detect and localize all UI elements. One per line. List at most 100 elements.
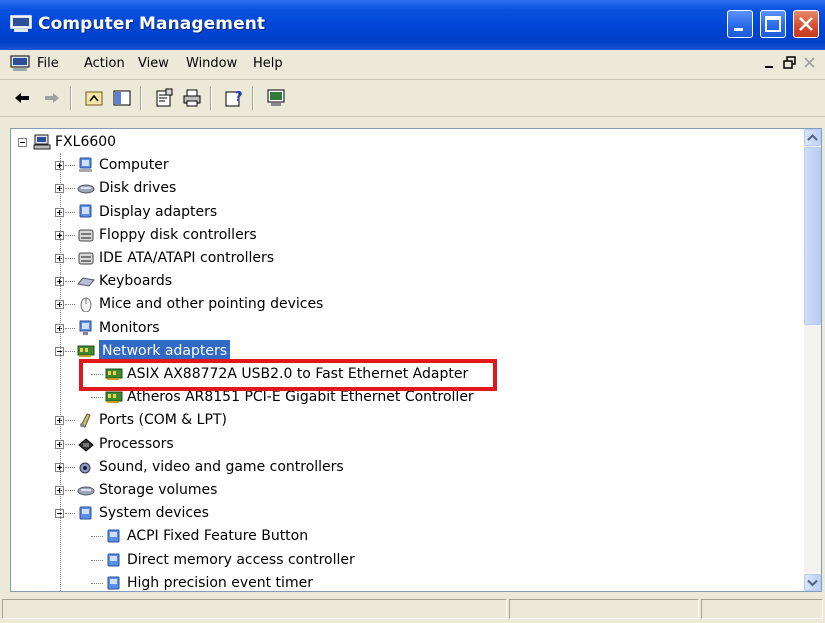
menu-window[interactable]: Window (186, 56, 237, 71)
tree-guide (60, 153, 62, 591)
tree-connector (65, 513, 75, 515)
tree-node[interactable]: Ports (COM & LPT) (11, 409, 791, 431)
up-folder-icon[interactable] (84, 88, 104, 108)
tree-node[interactable]: Computer (11, 154, 791, 176)
menu-view[interactable]: View (138, 56, 169, 71)
status-panel-3 (701, 599, 823, 619)
network-card-icon (77, 345, 95, 357)
network-card-icon (105, 391, 123, 404)
console-menu-icon[interactable] (10, 55, 30, 73)
tree-connector (65, 188, 75, 190)
tree-node-label: Sound, video and game controllers (99, 458, 344, 475)
tree-connector (65, 165, 75, 167)
tree-leaf[interactable]: High precision event timer (11, 572, 791, 591)
status-panel-2 (509, 599, 699, 619)
close-icon (804, 57, 815, 68)
tree-node[interactable]: Storage volumes (11, 479, 791, 501)
show-hide-tree-icon[interactable] (112, 88, 132, 108)
tree-node-label: Network adapters (99, 339, 230, 362)
tree-node[interactable]: Monitors (11, 317, 791, 339)
tree-node-label: FXL6600 (55, 134, 117, 150)
forward-arrow-icon[interactable] (42, 88, 62, 108)
tree-leaf[interactable]: Atheros AR8151 PCI-E Gigabit Ethernet Co… (11, 386, 791, 408)
console-icon[interactable] (266, 88, 286, 108)
back-arrow-icon[interactable] (12, 88, 32, 108)
tree-node[interactable]: Keyboards (11, 270, 791, 292)
toolbar: ? (0, 80, 825, 117)
mdi-close-button[interactable] (800, 54, 820, 74)
tree-node[interactable]: IDE ATA/ATAPI controllers (11, 247, 791, 269)
tree-node-label: Disk drives (99, 180, 177, 197)
tree-node[interactable]: Network adapters (11, 339, 791, 362)
monitor-icon (79, 320, 92, 335)
toolbar-separator (70, 86, 72, 110)
tree-node-label: Display adapters (99, 203, 218, 220)
tree-connector (65, 327, 75, 330)
svg-text:?: ? (235, 90, 243, 105)
menu-bar: File Action View Window Help (0, 50, 825, 80)
system-device-icon (79, 506, 92, 520)
tree-node-label: Processors (99, 435, 174, 452)
minimize-icon (765, 66, 773, 68)
menu-help[interactable]: Help (253, 56, 283, 71)
tree-node-label: Mice and other pointing devices (99, 296, 324, 313)
tree-connector (91, 374, 103, 376)
tree-node-root[interactable]: FXL6600 (11, 131, 791, 153)
title-bar[interactable]: Computer Management (0, 0, 825, 51)
tree-node[interactable]: Processors (11, 433, 791, 455)
tree-node[interactable]: Mice and other pointing devices (11, 293, 791, 315)
tree-node[interactable]: Sound, video and game controllers (11, 456, 791, 478)
tree-connector (91, 397, 103, 399)
disk-drive-icon (77, 486, 95, 496)
tree-node-label: Computer (99, 157, 169, 174)
close-button[interactable] (793, 10, 819, 38)
mdi-minimize-button[interactable] (760, 54, 780, 74)
tree-connector (65, 304, 75, 306)
tree-leaf[interactable]: Direct memory access controller (11, 549, 791, 571)
tree-connector (91, 582, 103, 585)
system-device-icon (107, 576, 120, 590)
tree-leaf[interactable]: ACPI Fixed Feature Button (11, 525, 791, 547)
print-icon[interactable] (182, 88, 202, 108)
menu-action[interactable]: Action (84, 56, 125, 71)
tree-leaf[interactable]: ASIX AX88772A USB2.0 to Fast Ethernet Ad… (11, 363, 791, 385)
keyboard-icon (77, 277, 95, 287)
toolbar-separator (210, 86, 212, 110)
device-tree[interactable]: FXL6600 Computer Disk drives Display adapte… (11, 129, 806, 591)
scroll-up-button[interactable] (804, 129, 821, 146)
scroll-down-button[interactable] (804, 574, 821, 591)
toolbar-separator (252, 86, 254, 110)
properties-icon[interactable] (154, 88, 174, 108)
tree-connector (65, 490, 75, 492)
tree-connector (65, 350, 75, 353)
port-icon (80, 413, 91, 428)
tree-node[interactable]: System devices (11, 502, 791, 524)
maximize-button[interactable] (760, 10, 786, 38)
tree-connector (65, 420, 75, 422)
mdi-restore-button[interactable] (780, 54, 800, 74)
tree-connector (65, 234, 75, 237)
tree-node-label: Storage volumes (99, 482, 218, 498)
mouse-icon (80, 297, 92, 313)
tree-node-label: ACPI Fixed Feature Button (127, 528, 309, 545)
vertical-scrollbar[interactable] (804, 129, 821, 591)
chevron-up-icon (807, 134, 818, 141)
minimize-button[interactable] (727, 10, 753, 38)
status-panel-1 (2, 599, 507, 619)
collapse-button[interactable] (18, 138, 27, 147)
tree-connector (65, 211, 75, 214)
menu-file[interactable]: File (37, 56, 59, 71)
tree-node-label: System devices (99, 505, 209, 522)
minimize-icon (734, 28, 743, 31)
tree-node[interactable]: Disk drives (11, 177, 791, 199)
window-title: Computer Management (38, 14, 266, 34)
tree-node-label: Ports (COM & LPT) (99, 412, 227, 429)
restore-icon (783, 56, 796, 69)
scroll-thumb[interactable] (804, 147, 821, 325)
help-icon[interactable]: ? (224, 88, 244, 108)
maximize-icon (765, 16, 781, 32)
tree-node[interactable]: Display adapters (11, 201, 791, 223)
display-adapter-icon (79, 204, 92, 218)
tree-connector (65, 258, 75, 260)
tree-node[interactable]: Floppy disk controllers (11, 224, 791, 246)
